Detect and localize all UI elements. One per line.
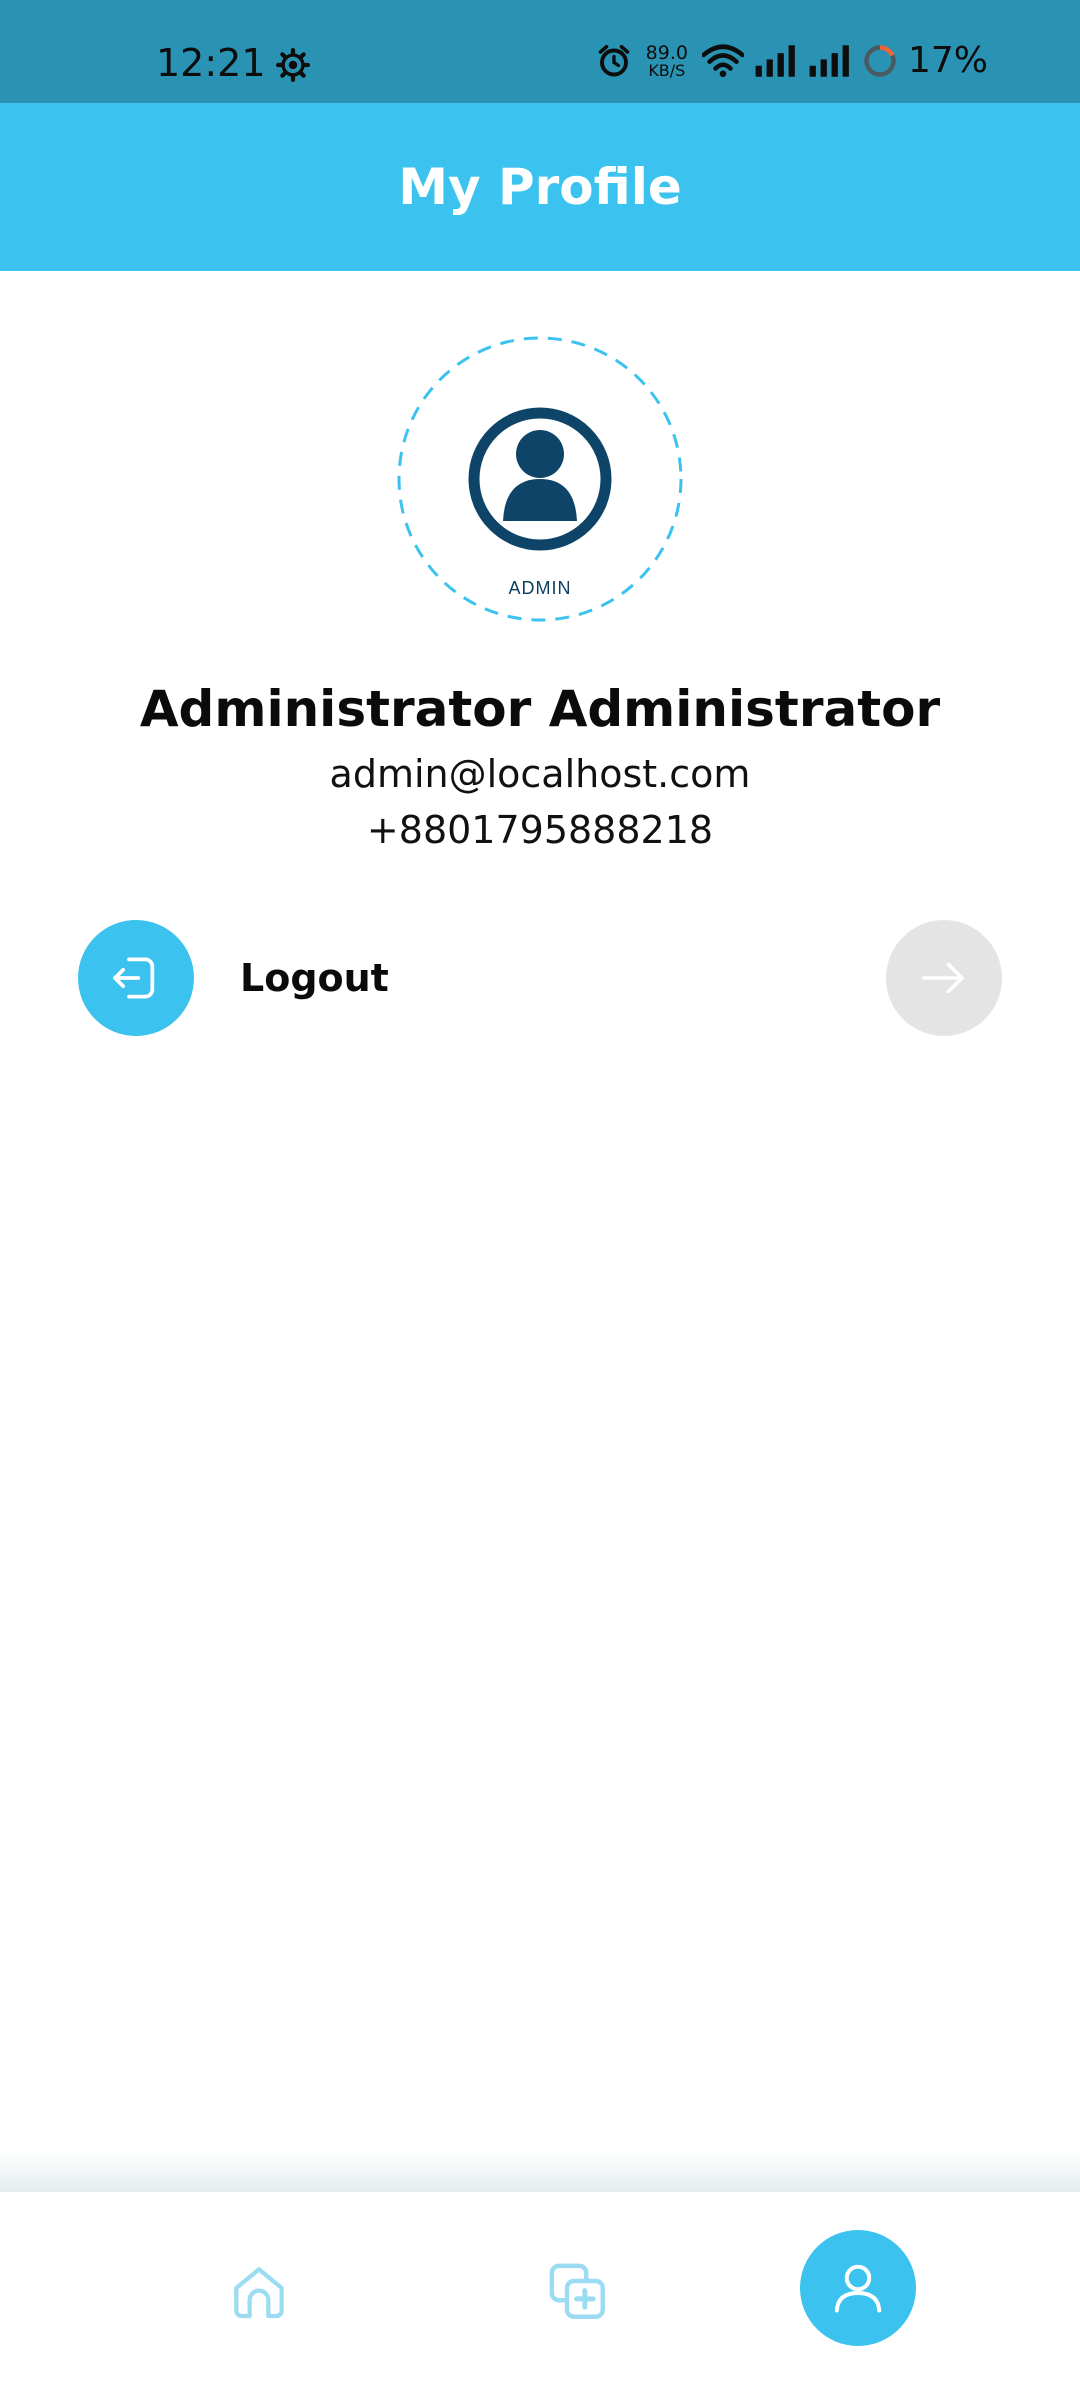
- nav-home-button[interactable]: [221, 2254, 297, 2330]
- network-speed: 89.0 KB/S: [645, 41, 688, 80]
- battery-percentage: 17%: [907, 40, 988, 81]
- status-bar: 12:21 89.0 KB/S 17%: [0, 0, 1080, 103]
- bottom-nav-shadow: [0, 2150, 1080, 2192]
- wifi-icon: [701, 44, 744, 78]
- add-copy-icon: [549, 2263, 605, 2319]
- logout-arrow-button[interactable]: [886, 920, 1002, 1036]
- profile-name: Administrator Administrator: [139, 680, 941, 738]
- network-speed-value: 89.0: [645, 41, 688, 64]
- status-icons: 89.0 KB/S 17%: [596, 40, 988, 82]
- logout-icon: [113, 957, 155, 999]
- status-time: 12:21: [156, 41, 266, 85]
- network-speed-unit: KB/S: [648, 60, 686, 80]
- page-title: My Profile: [398, 158, 682, 216]
- profile-email: admin@localhost.com: [329, 752, 751, 796]
- settings-gear-icon: [276, 48, 310, 82]
- app-bar: My Profile: [0, 103, 1080, 271]
- bottom-navigation: [0, 2192, 1080, 2400]
- alarm-icon: [598, 44, 629, 77]
- user-avatar-icon: [468, 407, 612, 551]
- signal-icon-sim2: [809, 45, 849, 77]
- arrow-right-icon: [921, 962, 964, 994]
- battery-ring-icon: [864, 45, 896, 77]
- avatar[interactable]: ADMIN: [397, 336, 683, 622]
- profile-phone: +8801795888218: [366, 808, 714, 852]
- role-badge: ADMIN: [508, 578, 572, 598]
- signal-icon-sim1: [755, 45, 795, 77]
- nav-add-button[interactable]: [540, 2254, 616, 2330]
- logout-row[interactable]: Logout: [78, 920, 1002, 1036]
- logout-label[interactable]: Logout: [240, 956, 389, 1000]
- logout-icon-button[interactable]: [78, 920, 194, 1036]
- nav-profile-button[interactable]: [800, 2230, 916, 2346]
- home-icon: [234, 2267, 284, 2319]
- profile-icon: [834, 2264, 882, 2313]
